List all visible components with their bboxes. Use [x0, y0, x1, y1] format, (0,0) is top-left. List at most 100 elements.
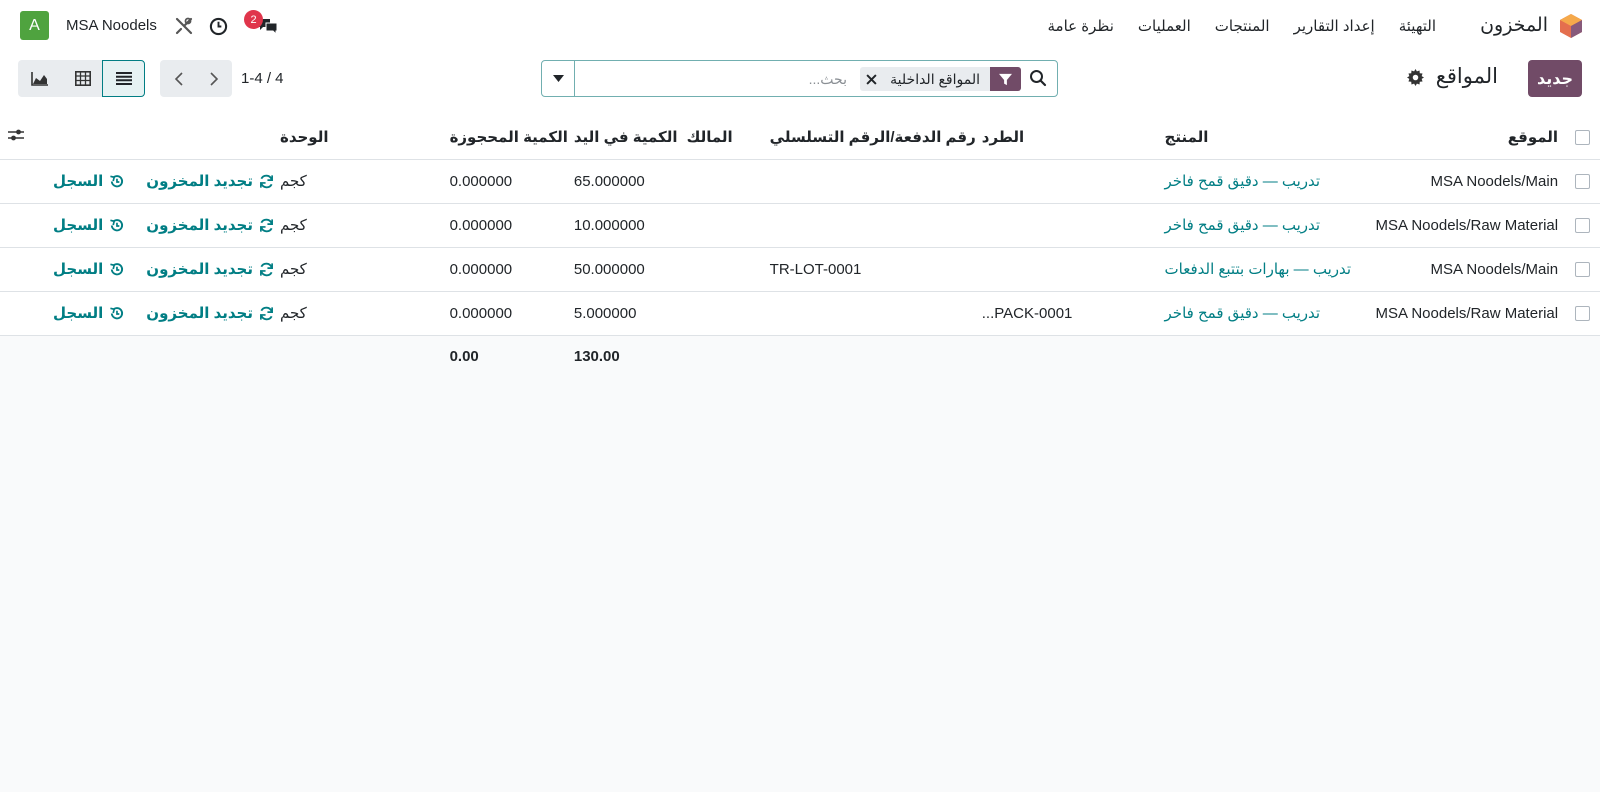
history-label: السجل — [53, 173, 104, 190]
inventory-app-icon[interactable] — [1560, 14, 1582, 38]
quants-table: الموقع المنتج الطرد رقم الدفعة/الرقم الت… — [0, 115, 1600, 378]
history-button[interactable]: السجل — [53, 260, 124, 278]
company-name[interactable]: MSA Noodels — [66, 17, 157, 34]
select-all-checkbox[interactable] — [1574, 129, 1590, 145]
row-checkbox[interactable] — [1574, 218, 1590, 234]
search-icon[interactable] — [1029, 69, 1049, 89]
replenish-button[interactable]: تجديد المخزون — [146, 304, 274, 322]
header-reserved[interactable]: الكمية المحجوزة — [444, 115, 568, 159]
cell-package[interactable] — [976, 203, 1159, 247]
header-owner[interactable]: المالك — [681, 115, 764, 159]
graph-view-button[interactable] — [18, 60, 61, 97]
cell-product[interactable]: تدريب — بهارات بتتبع الدفعات — [1159, 247, 1365, 291]
cell-package[interactable] — [976, 247, 1159, 291]
cell-lot[interactable] — [764, 159, 976, 203]
history-button[interactable]: السجل — [53, 216, 124, 234]
cell-on-hand[interactable]: 50.000000 — [568, 247, 681, 291]
cell-location[interactable]: MSA Noodels/Raw Material — [1364, 203, 1564, 247]
area-chart-icon — [30, 71, 48, 86]
cell-product[interactable]: تدريب — دقيق قمح فاخر — [1159, 291, 1365, 335]
menu-configuration[interactable]: التهيئة — [1399, 17, 1436, 35]
cell-reserved: 0.000000 — [449, 260, 513, 278]
app-name[interactable]: المخزون — [1480, 14, 1548, 37]
cell-package[interactable] — [976, 159, 1159, 203]
menu-products[interactable]: المنتجات — [1215, 17, 1270, 35]
history-icon — [110, 262, 124, 275]
header-uom[interactable]: الوحدة — [274, 115, 444, 159]
replenish-button[interactable]: تجديد المخزون — [146, 216, 274, 234]
cell-uom: كجم — [279, 305, 307, 322]
menu-operations[interactable]: العمليات — [1138, 17, 1191, 35]
page-title: المواقع — [1435, 65, 1498, 88]
total-on-hand: 130.00 — [567, 335, 681, 378]
pager-next-button[interactable] — [196, 60, 232, 97]
cell-owner[interactable] — [681, 159, 764, 203]
caret-down-icon — [552, 75, 564, 82]
cell-reserved: 0.000000 — [449, 304, 513, 322]
cell-lot[interactable] — [764, 203, 976, 247]
cell-location[interactable]: MSA Noodels/Raw Material — [1364, 291, 1564, 335]
cell-reserved: 0.000000 — [449, 216, 513, 234]
product-link[interactable]: تدريب — دقيق قمح فاخر — [1165, 305, 1321, 322]
pager-value[interactable]: 1-4 / 4 — [241, 70, 284, 87]
history-button[interactable]: السجل — [53, 172, 124, 190]
list-view-button[interactable] — [102, 60, 145, 97]
product-link[interactable]: تدريب — دقيق قمح فاخر — [1165, 217, 1321, 234]
row-select-cell — [1564, 159, 1600, 203]
replenish-button[interactable]: تجديد المخزون — [146, 172, 274, 190]
table-row[interactable]: MSA Noodels/Raw Material تدريب — دقيق قم… — [0, 203, 1600, 247]
history-button[interactable]: السجل — [53, 304, 124, 322]
avatar[interactable]: A — [20, 11, 49, 40]
header-product[interactable]: المنتج — [1159, 115, 1365, 159]
menu-reporting[interactable]: إعداد التقارير — [1294, 17, 1375, 35]
refresh-icon — [260, 306, 273, 320]
row-checkbox[interactable] — [1574, 174, 1590, 190]
replenish-button[interactable]: تجديد المخزون — [146, 260, 274, 278]
cell-product[interactable]: تدريب — دقيق قمح فاخر — [1159, 203, 1365, 247]
facet-label: المواقع الداخلية — [890, 71, 980, 87]
cell-product[interactable]: تدريب — دقيق قمح فاخر — [1159, 159, 1365, 203]
pager-previous-button[interactable] — [160, 60, 196, 97]
header-location[interactable]: الموقع — [1364, 115, 1564, 159]
table-row[interactable]: MSA Noodels/Main تدريب — دقيق قمح فاخر 6… — [0, 159, 1600, 203]
top-navbar: المخزون نظرة عامة العمليات المنتجات إعدا… — [0, 0, 1600, 51]
table-row[interactable]: MSA Noodels/Raw Material تدريب — دقيق قم… — [0, 291, 1600, 335]
refresh-icon — [260, 218, 273, 232]
product-link[interactable]: تدريب — دقيق قمح فاخر — [1165, 173, 1321, 190]
optional-columns-toggle[interactable] — [0, 115, 31, 159]
cell-lot[interactable]: TR-LOT-0001 — [764, 247, 976, 291]
pivot-view-button[interactable] — [61, 60, 104, 97]
cell-package[interactable]: PACK-0001... — [976, 291, 1159, 335]
replenish-label: تجديد المخزون — [146, 173, 253, 190]
tools-icon[interactable] — [173, 15, 195, 37]
cell-actions: السجل تجديد المخزون — [31, 247, 274, 291]
search-input[interactable] — [577, 67, 847, 91]
cell-lot[interactable] — [764, 291, 976, 335]
cell-owner[interactable] — [681, 247, 764, 291]
cell-owner[interactable] — [681, 203, 764, 247]
history-icon — [110, 174, 124, 187]
clock-icon[interactable] — [207, 15, 229, 37]
cell-on-hand[interactable]: 5.000000 — [568, 291, 681, 335]
cell-owner[interactable] — [681, 291, 764, 335]
header-lot[interactable]: رقم الدفعة/الرقم التسلسلي — [764, 115, 976, 159]
cell-on-hand[interactable]: 65.000000 — [568, 159, 681, 203]
close-icon[interactable] — [860, 67, 882, 91]
replenish-label: تجديد المخزون — [146, 305, 253, 322]
table-row[interactable]: MSA Noodels/Main تدريب — بهارات بتتبع ال… — [0, 247, 1600, 291]
new-button[interactable]: جديد — [1528, 60, 1582, 97]
cell-location[interactable]: MSA Noodels/Main — [1364, 247, 1564, 291]
header-package[interactable]: الطرد — [976, 115, 1159, 159]
row-checkbox[interactable] — [1574, 262, 1590, 278]
header-on-hand[interactable]: الكمية في اليد — [568, 115, 681, 159]
cell-location[interactable]: MSA Noodels/Main — [1364, 159, 1564, 203]
row-checkbox[interactable] — [1574, 306, 1590, 322]
cell-uom: كجم — [279, 261, 307, 278]
list-icon — [115, 72, 132, 85]
product-link[interactable]: تدريب — بهارات بتتبع الدفعات — [1165, 261, 1352, 278]
search-options-toggle[interactable] — [542, 61, 575, 96]
gear-icon[interactable] — [1407, 69, 1424, 86]
menu-overview[interactable]: نظرة عامة — [1048, 17, 1114, 35]
history-label: السجل — [53, 217, 104, 234]
cell-on-hand[interactable]: 10.000000 — [568, 203, 681, 247]
